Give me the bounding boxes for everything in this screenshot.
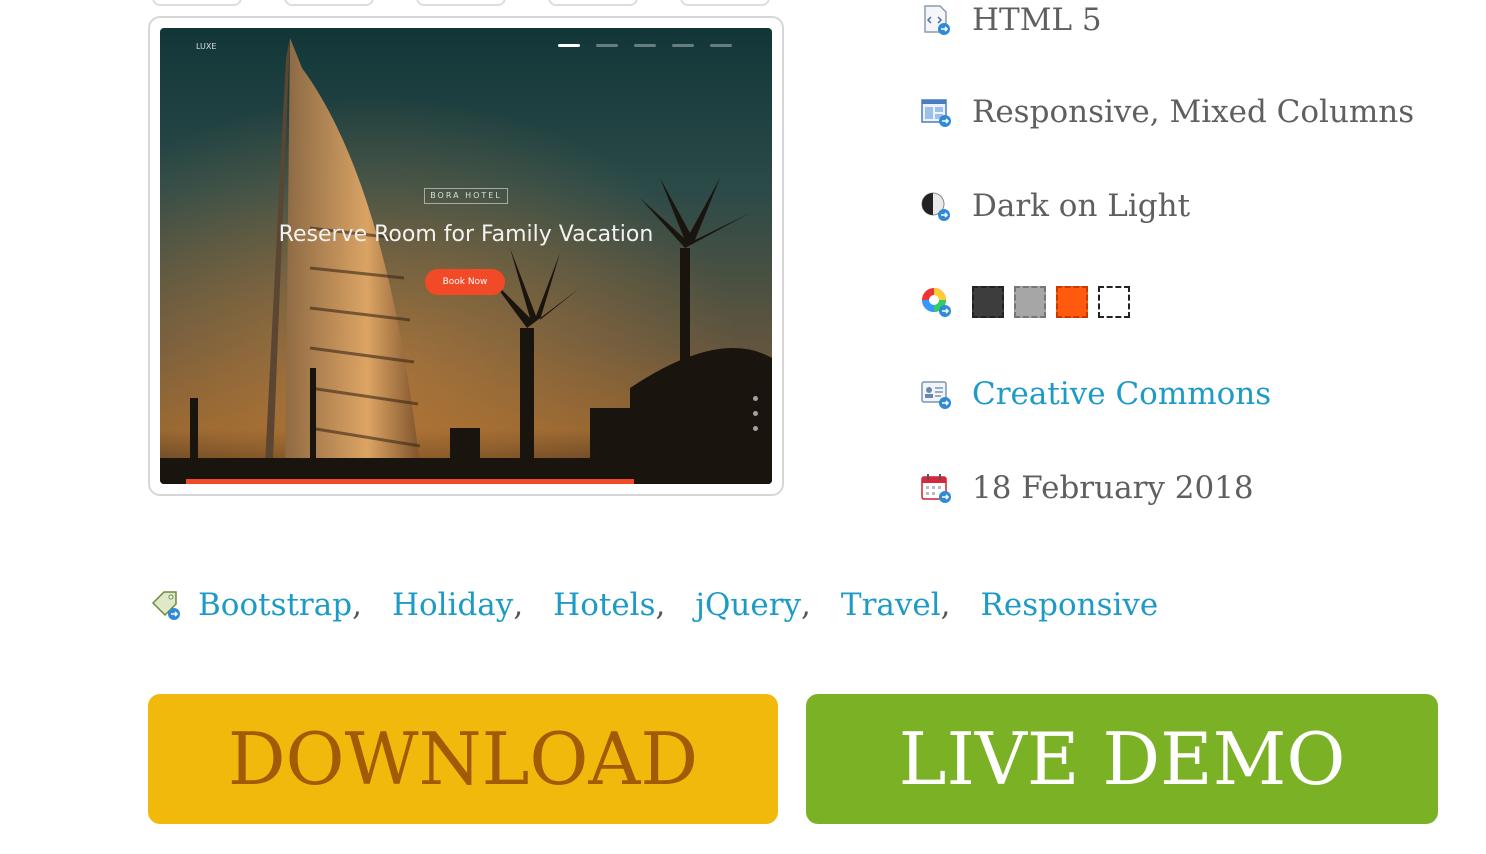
hotel-skyline-illustration [160, 28, 772, 484]
preview-headline: Reserve Room for Family Vacation [278, 222, 654, 247]
layout-columns-icon [920, 96, 952, 128]
color-swatch [1014, 286, 1046, 318]
top-tab-5[interactable] [680, 0, 770, 6]
tag-separator: , [940, 587, 951, 623]
feature-html-text: HTML 5 [972, 2, 1102, 38]
tag-bootstrap[interactable]: Bootstrap [198, 587, 352, 623]
tag-separator: , [801, 587, 811, 623]
preview-brand-logo: LUXE [196, 42, 217, 51]
tags-list: Bootstrap, Holiday, Hotels, jQuery, Trav… [150, 584, 1158, 626]
preview-nav-item [672, 44, 694, 47]
tag-icon [150, 589, 182, 621]
preview-slider-dots [753, 396, 758, 431]
calendar-icon [920, 472, 952, 504]
tag-separator: , [655, 587, 666, 623]
feature-theme: Dark on Light [920, 186, 1190, 226]
tag-jquery[interactable]: jQuery [695, 587, 801, 623]
color-swatch [1056, 286, 1088, 318]
feature-layout-text: Responsive, Mixed Columns [972, 94, 1415, 130]
top-tab-3[interactable] [416, 0, 506, 6]
tag-separator: , [352, 587, 362, 623]
feature-html-version: HTML 5 [920, 0, 1102, 40]
feature-date: 18 February 2018 [920, 468, 1254, 508]
template-preview-image[interactable]: LUXE BORA HOTEL Reserve Room for Family … [160, 28, 772, 484]
tag-responsive[interactable]: Responsive [981, 587, 1159, 623]
tag-holiday[interactable]: Holiday [392, 587, 513, 623]
preview-nav-item [558, 44, 580, 47]
preview-nav-item [634, 44, 656, 47]
preview-nav-item [710, 44, 732, 47]
html-file-icon [920, 4, 952, 36]
top-tab-2[interactable] [284, 0, 374, 6]
feature-theme-text: Dark on Light [972, 188, 1191, 224]
preview-progress-bar [186, 479, 634, 484]
preview-nav-item [596, 44, 618, 47]
tag-separator: , [513, 587, 524, 623]
preview-subtitle: BORA HOTEL [424, 188, 508, 204]
top-tab-4[interactable] [548, 0, 638, 6]
license-card-icon [920, 378, 952, 410]
template-preview-card[interactable]: LUXE BORA HOTEL Reserve Room for Family … [148, 16, 784, 496]
top-tab-1[interactable] [152, 0, 242, 6]
download-button[interactable]: DOWNLOAD [148, 694, 778, 824]
color-swatch [1098, 286, 1130, 318]
feature-layout: Responsive, Mixed Columns [920, 92, 1414, 132]
live-demo-button[interactable]: LIVE DEMO [806, 694, 1438, 824]
license-link[interactable]: Creative Commons [972, 376, 1271, 412]
contrast-theme-icon [920, 190, 952, 222]
tag-travel[interactable]: Travel [841, 587, 941, 623]
feature-date-text: 18 February 2018 [972, 470, 1254, 506]
preview-book-now-button: Book Now [425, 269, 505, 295]
color-wheel-icon [920, 286, 952, 318]
feature-colors [920, 282, 1130, 322]
color-swatches [972, 286, 1130, 318]
preview-nav [558, 44, 732, 47]
feature-license: Creative Commons [920, 374, 1271, 414]
tag-hotels[interactable]: Hotels [553, 587, 655, 623]
color-swatch [972, 286, 1004, 318]
